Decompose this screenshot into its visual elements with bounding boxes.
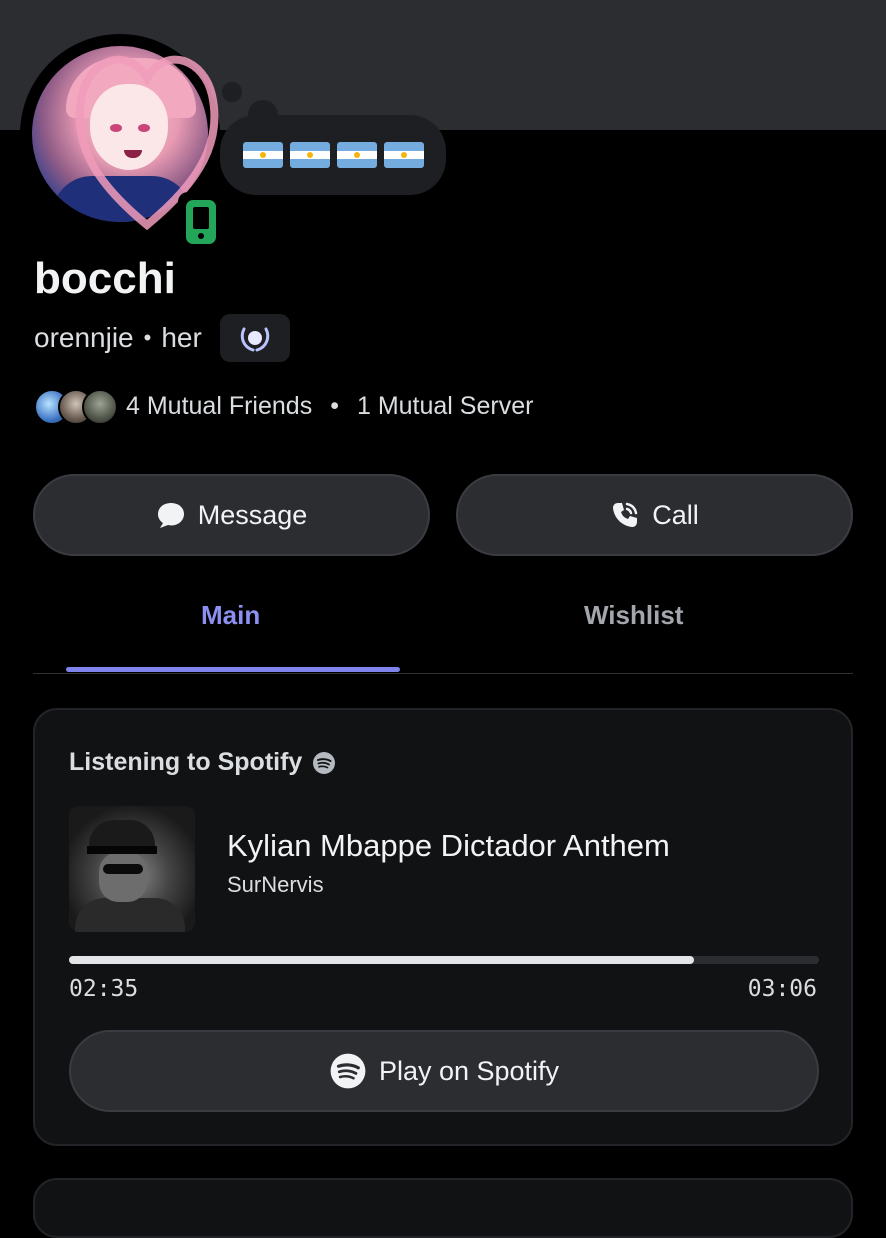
tab-divider (33, 673, 853, 674)
spotify-icon (313, 751, 336, 774)
username-line: orennjie • her (34, 314, 290, 362)
custom-status-bubble[interactable] (220, 115, 446, 195)
username: orennjie (34, 322, 134, 353)
phone-call-icon (613, 502, 638, 527)
chat-bubble-icon (157, 503, 184, 528)
argentina-flag-icon (242, 142, 283, 168)
avatar[interactable] (20, 34, 226, 254)
mutual-friends-link[interactable]: 4 Mutual Friends (126, 392, 312, 421)
laurel-badge-icon[interactable] (219, 314, 290, 362)
mobile-status-icon (178, 192, 226, 254)
elapsed-time: 02:35 (69, 976, 139, 1002)
total-time: 03:06 (747, 976, 817, 1002)
progress-fill (69, 956, 694, 964)
tab-wishlist[interactable]: Wishlist (584, 600, 683, 631)
mutuals-row: 4 Mutual Friends • 1 Mutual Server (34, 386, 533, 426)
pronouns: her (161, 322, 202, 353)
activity-card: Listening to Spotify Kylian Mbappe Dicta… (33, 708, 853, 1146)
artist-name[interactable]: SurNervis (227, 872, 324, 898)
argentina-flag-icon (336, 142, 377, 168)
argentina-flag-icon (383, 142, 424, 168)
message-button[interactable]: Message (33, 474, 430, 556)
active-tab-indicator (66, 667, 400, 672)
message-label: Message (197, 499, 308, 530)
call-button[interactable]: Call (456, 474, 853, 556)
mutual-avatar (82, 389, 118, 425)
argentina-flag-icon (289, 142, 330, 168)
play-on-spotify-button[interactable]: Play on Spotify (69, 1030, 819, 1112)
tab-main[interactable]: Main (201, 600, 260, 631)
spotify-icon (330, 1053, 366, 1089)
separator-dot: • (143, 325, 152, 350)
play-on-spotify-label: Play on Spotify (378, 1055, 560, 1086)
mutual-friends-avatars (34, 389, 118, 425)
progress-bar (69, 956, 819, 964)
separator-dot: • (330, 391, 339, 420)
activity-title: Listening to Spotify (69, 748, 336, 777)
activity-title-text: Listening to Spotify (69, 748, 303, 776)
album-cover[interactable] (69, 806, 195, 932)
display-name: bocchi (34, 254, 176, 303)
next-section-card (33, 1178, 853, 1238)
mutual-servers-link[interactable]: 1 Mutual Server (357, 392, 533, 421)
call-label: Call (652, 499, 699, 530)
song-title[interactable]: Kylian Mbappe Dictador Anthem (227, 828, 670, 864)
